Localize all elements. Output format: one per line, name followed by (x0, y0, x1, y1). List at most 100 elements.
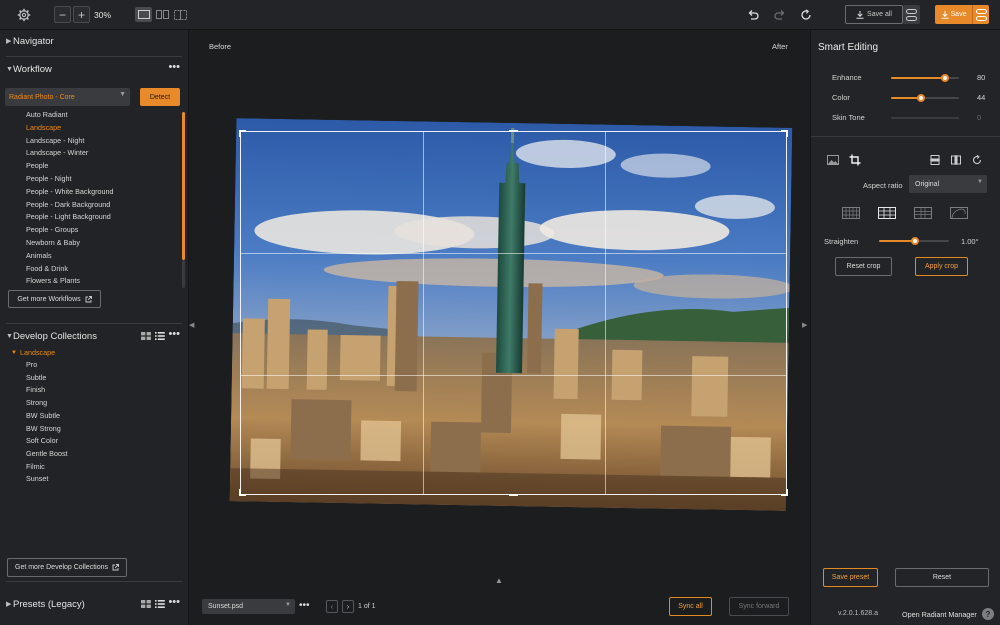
grid-overlay-thirds-icon[interactable] (878, 207, 896, 219)
image-adjust-icon[interactable] (827, 155, 839, 165)
zoom-in-button[interactable]: + (73, 6, 90, 23)
slider-label: Skin Tone (832, 113, 865, 122)
crop-frame[interactable] (239, 130, 788, 496)
next-panel-arrow-icon[interactable]: ▶ (802, 321, 807, 329)
collection-item[interactable]: Soft Color (26, 435, 58, 447)
save-all-toggle-icon[interactable] (903, 5, 920, 24)
straighten-slider[interactable] (879, 237, 949, 245)
aspect-ratio-select[interactable]: Original ▼ (909, 175, 987, 193)
sync-forward-button[interactable]: Sync forward (729, 597, 789, 616)
workflow-scrollbar[interactable] (182, 112, 185, 260)
workflow-select[interactable]: Radiant Photo - Core ▼ (5, 88, 130, 106)
workflow-item[interactable]: People - Light Background (26, 211, 111, 223)
help-icon-glyph: ? (985, 609, 991, 619)
prev-image-button[interactable]: ‹ (326, 600, 338, 613)
more-options-icon[interactable]: ••• (168, 329, 180, 340)
crop-handle-top-right[interactable] (781, 130, 788, 137)
workflow-item[interactable]: Auto Radiant (26, 109, 68, 121)
apply-crop-button[interactable]: Apply crop (915, 257, 968, 276)
adjust-slider[interactable] (891, 94, 959, 102)
workflow-item[interactable]: Landscape - Night (26, 135, 84, 147)
redo-icon[interactable] (773, 8, 787, 22)
crop-handle-top-left[interactable] (239, 130, 246, 137)
collection-item[interactable]: Strong (26, 397, 47, 409)
undo-icon[interactable] (746, 8, 760, 22)
workflow-section-header[interactable]: ▼ Workflow ••• (0, 58, 189, 80)
workflow-item[interactable]: People - Night (26, 173, 72, 185)
collection-item[interactable]: BW Subtle (26, 410, 60, 422)
save-button[interactable]: Save (935, 5, 972, 24)
workflow-item[interactable]: Newborn & Baby (26, 237, 80, 249)
collection-item[interactable]: Filmic (26, 461, 45, 473)
collection-group-landscape[interactable]: ▼ Landscape (11, 347, 55, 358)
crop-handle-top[interactable] (509, 130, 518, 132)
workflow-item[interactable]: People (26, 160, 48, 172)
save-all-button[interactable]: Save all (845, 5, 903, 24)
workflow-item[interactable]: People - White Background (26, 186, 114, 198)
more-options-icon[interactable]: ••• (168, 62, 180, 73)
expand-filmstrip-icon[interactable]: ▲ (495, 576, 503, 585)
workflow-item[interactable]: Food & Drink (26, 263, 68, 275)
settings-gear-icon[interactable] (16, 7, 32, 23)
workflow-item[interactable]: Landscape (26, 122, 61, 134)
workflow-item[interactable]: Animals (26, 250, 52, 262)
crop-handle-bottom[interactable] (509, 494, 518, 496)
save-preset-button[interactable]: Save preset (823, 568, 878, 587)
list-view-icon[interactable] (155, 600, 165, 608)
collection-item[interactable]: BW Strong (26, 423, 61, 435)
file-more-options-icon[interactable]: ••• (299, 601, 310, 611)
collection-item[interactable]: Pro (26, 359, 37, 371)
presets-title: Presets (Legacy) (13, 598, 85, 610)
rotate-icon[interactable] (972, 154, 982, 165)
collection-item[interactable]: Sunset (26, 473, 48, 485)
crop-tool-icon[interactable] (849, 154, 861, 166)
grid-overlay-spiral-icon[interactable] (950, 207, 968, 219)
save-toggle-icon[interactable] (972, 5, 989, 24)
flip-horizontal-icon[interactable] (951, 155, 961, 165)
workflow-item[interactable]: People - Groups (26, 224, 78, 236)
detect-button[interactable]: Detect (140, 88, 180, 106)
workflow-item[interactable]: Landscape - Winter (26, 147, 88, 159)
collection-item[interactable]: Gentle Boost (26, 448, 68, 460)
grid-overlay-dense-icon[interactable] (842, 207, 860, 219)
next-image-button[interactable]: › (342, 600, 354, 613)
straighten-slider-knob[interactable] (911, 237, 920, 245)
crop-handle-bottom-left[interactable] (239, 489, 246, 496)
slider-knob[interactable] (941, 74, 950, 82)
expand-triangle-icon: ▶ (6, 38, 12, 45)
more-options-icon[interactable]: ••• (168, 597, 180, 608)
file-select[interactable]: Sunset.psd ▼ (202, 599, 295, 614)
navigator-section-header[interactable]: ▶ Navigator (0, 30, 189, 52)
slider-label: Color (832, 93, 850, 102)
help-icon[interactable]: ? (982, 608, 994, 620)
adjust-slider[interactable] (891, 74, 959, 82)
collection-item[interactable]: Subtle (26, 372, 46, 384)
grid-view-icon[interactable] (141, 600, 151, 608)
zoom-out-button[interactable]: − (54, 6, 71, 23)
get-more-collections-button[interactable]: Get more Develop Collections (7, 558, 127, 577)
list-view-icon[interactable] (155, 332, 165, 340)
reset-crop-button[interactable]: Reset crop (835, 257, 892, 276)
crop-grid-line (423, 132, 424, 494)
get-more-workflows-button[interactable]: Get more Workflows (8, 290, 101, 308)
grid-view-icon[interactable] (141, 332, 151, 340)
single-view-icon[interactable] (135, 7, 152, 22)
reset-button[interactable]: Reset (895, 568, 989, 587)
workflow-item[interactable]: People - Dark Background (26, 199, 110, 211)
side-by-side-view-icon[interactable] (154, 7, 171, 22)
detect-label: Detect (149, 93, 171, 101)
reset-rotate-icon[interactable] (799, 8, 813, 22)
grid-overlay-golden-icon[interactable] (914, 207, 932, 219)
workflow-item[interactable]: Flowers & Plants (26, 275, 80, 287)
crop-handle-bottom-right[interactable] (781, 489, 788, 496)
presets-legacy-header[interactable]: ▶ Presets (Legacy) ••• (0, 593, 189, 615)
prev-panel-arrow-icon[interactable]: ◀ (189, 321, 194, 329)
open-radiant-manager-link[interactable]: Open Radiant Manager (902, 610, 977, 619)
sync-all-button[interactable]: Sync all (669, 597, 712, 616)
split-view-icon[interactable] (172, 7, 189, 22)
collection-item[interactable]: Finish (26, 384, 45, 396)
adjust-slider[interactable] (891, 117, 959, 119)
slider-knob[interactable] (916, 94, 925, 102)
flip-vertical-icon[interactable] (930, 155, 940, 165)
develop-collections-header[interactable]: ▼ Develop Collections ••• (0, 325, 189, 347)
